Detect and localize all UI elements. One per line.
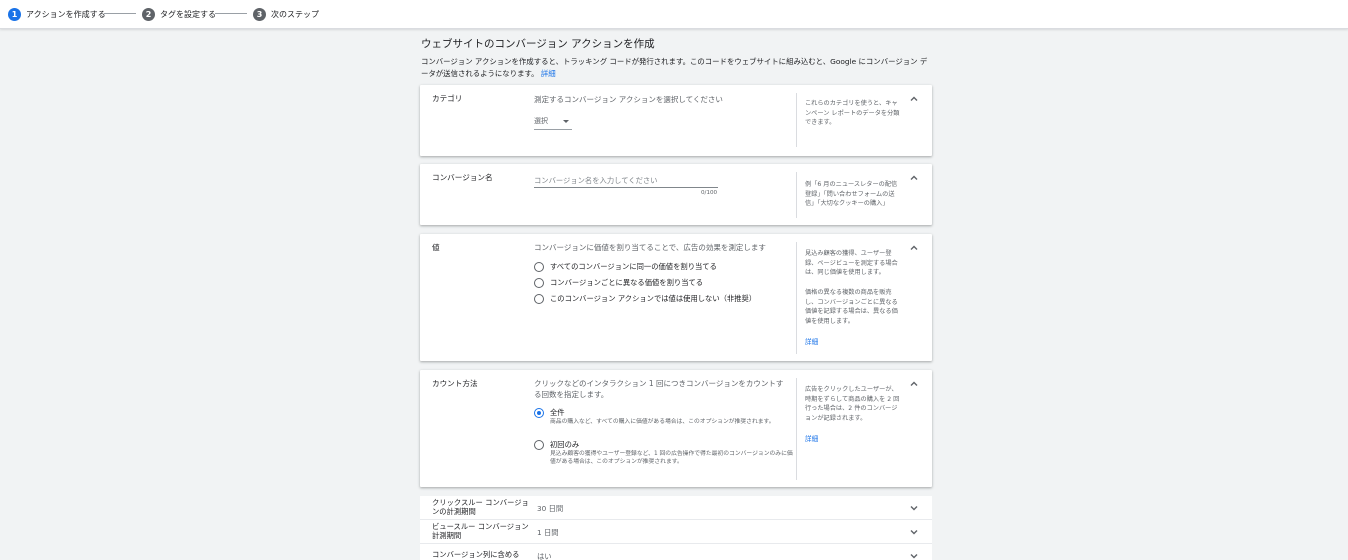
count-card: カウント方法 クリックなどのインタラクション 1 回につきコンバージョンをカウン… (420, 370, 932, 487)
step-number: 1 (8, 7, 21, 21)
step-next-steps[interactable]: 3 次のステップ (253, 7, 319, 21)
expand-chevron-icon[interactable] (907, 501, 921, 515)
row-label: クリックスルー コンバージョンの計測期間 (432, 498, 529, 516)
count-prompt: クリックなどのインタラクション 1 回につきコンバージョンをカウントする回数を指… (534, 379, 784, 399)
category-select[interactable]: 選択 (534, 113, 572, 130)
collapse-chevron-icon[interactable] (907, 92, 921, 106)
value-help-same: 見込み顧客の獲得、ユーザー登録、ページビューを測定する場合は、同じ価値を使用しま… (805, 250, 898, 276)
radio-button[interactable] (534, 278, 544, 288)
row-value: はい (537, 552, 552, 560)
collapse-chevron-icon[interactable] (907, 171, 921, 185)
radio-label-wrap: 全件 商品の購入など、すべての購入に価値がある場合は、このオプションが推奨されま… (550, 408, 798, 426)
count-option-every[interactable]: 全件 商品の購入など、すべての購入に価値がある場合は、このオプションが推奨されま… (534, 408, 798, 426)
expand-chevron-icon[interactable] (907, 549, 921, 560)
value-label: 値 (432, 243, 440, 252)
card-divider (796, 378, 797, 480)
row-label: コンバージョン列に含める (432, 550, 520, 559)
step-number: 2 (142, 7, 155, 21)
card-divider (796, 93, 797, 147)
row-value: 30 日間 (537, 504, 564, 513)
page-description: コンバージョン アクションを作成すると、トラッキング コードが発行されます。この… (421, 56, 933, 80)
value-option-different[interactable]: コンバージョンごとに異なる価値を割り当てる (534, 278, 703, 288)
category-prompt: 測定するコンバージョン アクションを選択してください (534, 95, 723, 104)
conversion-name-card: コンバージョン名 0/100 例「6 月のニュースレターの配信登録」「問い合わせ… (420, 164, 932, 225)
page-description-text: コンバージョン アクションを作成すると、トラッキング コードが発行されます。この… (421, 57, 928, 78)
count-help: 広告をクリックしたユーザーが、時期をずらして商品の購入を 2 回行った場合は、2… (805, 386, 900, 422)
expand-chevron-icon[interactable] (907, 525, 921, 539)
row-value: 1 日間 (537, 528, 559, 537)
radio-sublabel: 見込み顧客の獲得やユーザー登録など、1 回の広告操作で得た最初のコンバージョンの… (550, 451, 793, 465)
stepper: 1 アクションを作成する 2 タグを設定する 3 次のステップ (0, 0, 1348, 29)
radio-button[interactable] (534, 262, 544, 272)
step-number: 3 (253, 7, 266, 21)
value-card: 値 コンバージョンに価値を割り当てることで、広告の効果を測定します すべてのコン… (420, 234, 932, 361)
count-details-link[interactable]: 詳細 (805, 433, 818, 443)
radio-label: コンバージョンごとに異なる価値を割り当てる (550, 278, 704, 287)
radio-label-wrap: 初回のみ 見込み顧客の獲得やユーザー登録など、1 回の広告操作で得た最初のコンバ… (550, 440, 798, 466)
step-setup-tag[interactable]: 2 タグを設定する (142, 7, 216, 21)
category-select-value: 選択 (534, 117, 548, 125)
value-details-link[interactable]: 詳細 (805, 336, 818, 346)
conversion-name-input[interactable] (534, 174, 718, 188)
step-label: アクションを作成する (26, 9, 106, 19)
radio-button[interactable] (534, 408, 544, 418)
step-label: 次のステップ (271, 9, 319, 19)
value-prompt: コンバージョンに価値を割り当てることで、広告の効果を測定します (534, 243, 766, 252)
dropdown-arrow-icon (563, 120, 569, 123)
step-create-action[interactable]: 1 アクションを作成する (8, 7, 106, 21)
card-divider (796, 242, 797, 354)
category-label: カテゴリ (432, 94, 463, 103)
count-label: カウント方法 (432, 379, 478, 388)
count-option-one[interactable]: 初回のみ 見込み顧客の獲得やユーザー登録など、1 回の広告操作で得た最初のコンバ… (534, 440, 798, 466)
radio-label: すべてのコンバージョンに同一の価値を割り当てる (550, 262, 717, 271)
click-through-window-row[interactable]: クリックスルー コンバージョンの計測期間 30 日間 (420, 496, 932, 520)
card-divider (796, 172, 797, 218)
radio-sublabel: 商品の購入など、すべての購入に価値がある場合は、このオプションが推奨されます。 (550, 419, 775, 425)
conversion-name-help: 例「6 月のニュースレターの配信登録」「問い合わせフォームの送信」「大切なクッキ… (805, 181, 898, 207)
row-label: ビュースルー コンバージョン計測期間 (432, 522, 529, 540)
collapse-chevron-icon[interactable] (907, 377, 921, 391)
category-card: カテゴリ 測定するコンバージョン アクションを選択してください 選択 これらのカ… (420, 85, 932, 156)
value-option-same[interactable]: すべてのコンバージョンに同一の価値を割り当てる (534, 262, 717, 272)
view-through-window-row[interactable]: ビュースルー コンバージョン計測期間 1 日間 (420, 520, 932, 544)
character-counter: 0/100 (701, 190, 718, 196)
step-label: タグを設定する (160, 9, 216, 19)
category-help: これらのカテゴリを使うと、キャンペーン レポートのデータを分類できます。 (805, 100, 900, 126)
value-help-different: 価格の異なる複数の商品を販売し、コンバージョンごとに異なる価値を記録する場合は、… (805, 289, 898, 325)
radio-label: 全件 (550, 408, 565, 417)
radio-label: 初回のみ (550, 440, 580, 449)
step-connector (104, 13, 136, 14)
include-in-conversions-row[interactable]: コンバージョン列に含める はい (420, 544, 932, 560)
step-connector (215, 13, 247, 14)
radio-button[interactable] (534, 440, 544, 450)
collapse-chevron-icon[interactable] (907, 241, 921, 255)
value-option-none[interactable]: このコンバージョン アクションでは値は使用しない（非推奨） (534, 294, 756, 304)
page-title: ウェブサイトのコンバージョン アクションを作成 (421, 38, 655, 50)
radio-button[interactable] (534, 294, 544, 304)
radio-label: このコンバージョン アクションでは値は使用しない（非推奨） (550, 294, 757, 303)
details-link[interactable]: 詳細 (541, 69, 556, 78)
conversion-name-label: コンバージョン名 (432, 173, 493, 182)
